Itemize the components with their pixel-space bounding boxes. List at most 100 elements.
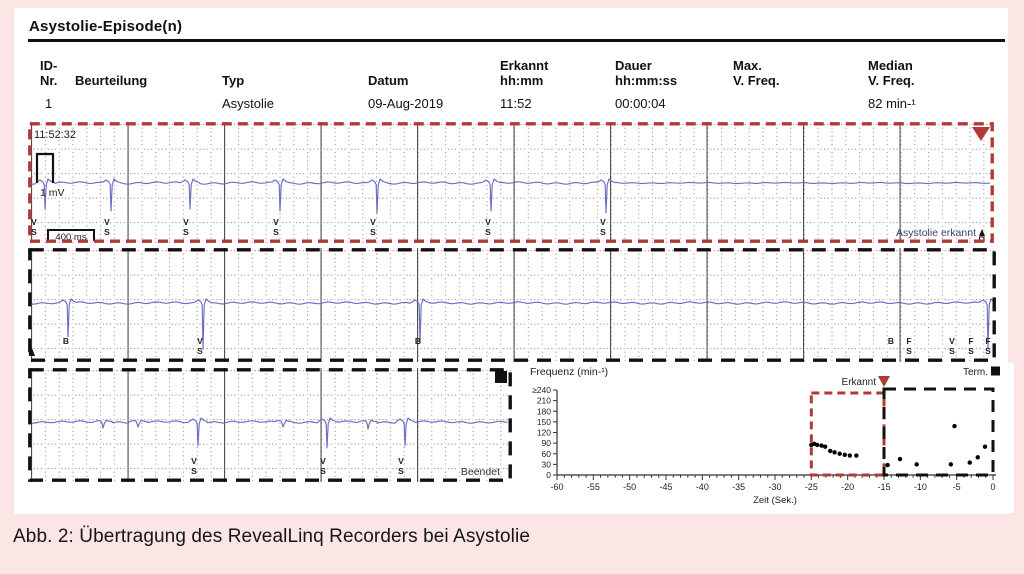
column-header-line: Datum <box>368 73 408 88</box>
column-header: Max.V. Freq. <box>733 54 779 88</box>
y-tick-label: 150 <box>537 417 551 427</box>
beat-marker: V <box>949 336 955 346</box>
column-header: Beurteilung <box>75 54 147 88</box>
data-point <box>983 444 987 448</box>
frequency-chart: Frequenz (min-¹)≥2402101801501209060300-… <box>522 363 1014 513</box>
data-point <box>854 453 858 457</box>
y-tick-label: ≥240 <box>532 385 551 395</box>
beat-marker: F <box>985 336 990 346</box>
termination-window-label: Term. <box>963 367 988 378</box>
row-cell: 1 <box>45 96 52 111</box>
beat-marker: V <box>191 456 197 466</box>
data-point <box>898 457 902 461</box>
y-tick-label: 180 <box>537 406 551 416</box>
beat-marker: S <box>370 227 376 237</box>
x-tick-label: -45 <box>659 482 672 492</box>
beat-marker: S <box>968 346 974 356</box>
x-tick-label: -25 <box>805 482 818 492</box>
x-axis-title: Zeit (Sek.) <box>753 495 797 506</box>
beat-marker: B <box>415 336 421 346</box>
x-tick-label: -10 <box>914 482 927 492</box>
x-tick-label: 0 <box>990 482 995 492</box>
y-tick-label: 0 <box>546 470 551 480</box>
data-point <box>832 450 836 454</box>
termination-square-icon <box>991 367 1000 376</box>
termination-square-icon <box>495 371 507 383</box>
beat-marker: V <box>104 217 110 227</box>
strip-timestamp: 11:52:32 <box>34 129 76 141</box>
figure-page: Asystolie-Episode(n) ID-Nr.BeurteilungTy… <box>0 0 1024 574</box>
beat-marker: S <box>320 466 326 476</box>
column-header-line: ID- <box>40 58 57 73</box>
x-tick-label: -15 <box>877 482 890 492</box>
column-header-line: Typ <box>222 73 244 88</box>
data-point <box>828 449 832 453</box>
beat-marker: V <box>485 217 491 227</box>
column-header: Erkannthh:mm <box>500 54 548 88</box>
title-rule <box>28 39 1005 42</box>
figure-caption: Abb. 2: Übertragung des RevealLinq Recor… <box>13 526 530 548</box>
x-tick-label: -30 <box>768 482 781 492</box>
data-point <box>968 460 972 464</box>
row-cell: 09-Aug-2019 <box>368 96 443 111</box>
beat-marker: S <box>949 346 955 356</box>
data-point <box>915 462 919 466</box>
beat-marker: S <box>273 227 279 237</box>
beat-marker: B <box>888 336 894 346</box>
beat-marker: V <box>370 217 376 227</box>
column-header: Dauerhh:mm:ss <box>615 54 677 88</box>
column-header: ID-Nr. <box>40 54 57 88</box>
beat-marker: S <box>398 466 404 476</box>
beat-marker: S <box>197 346 203 356</box>
beat-marker: S <box>485 227 491 237</box>
column-header-line: V. Freq. <box>868 73 914 88</box>
column-header-line: Erkannt <box>500 58 548 73</box>
y-tick-label: 210 <box>537 396 551 406</box>
x-tick-label: -20 <box>841 482 854 492</box>
column-header-line: Nr. <box>40 73 57 88</box>
row-cell: 82 min-¹ <box>868 96 916 111</box>
column-header-line: Median <box>868 58 914 73</box>
beat-marker: V <box>31 217 37 227</box>
column-header-line: Max. <box>733 58 779 73</box>
beat-marker: S <box>183 227 189 237</box>
ecg-strip-detection: 1 mV400 ms11:52:32VSVSVSVSVSVSVSAsystoli… <box>28 122 994 243</box>
column-header-line: Beurteilung <box>75 73 147 88</box>
data-point <box>949 462 953 466</box>
beat-marker: V <box>398 456 404 466</box>
x-tick-label: -60 <box>550 482 563 492</box>
beat-marker: V <box>273 217 279 227</box>
x-tick-label: -35 <box>732 482 745 492</box>
column-header: Datum <box>368 54 408 88</box>
row-cell: 11:52 <box>500 96 532 111</box>
beat-marker: S <box>31 227 37 237</box>
ecg-grid-major <box>28 248 996 362</box>
row-cell: 00:00:04 <box>615 96 666 111</box>
data-point <box>848 453 852 457</box>
beat-marker: S <box>600 227 606 237</box>
column-header: Typ <box>222 54 244 88</box>
ecg-strip-termination: VSVSVSBeendet <box>28 368 512 482</box>
row-cell: Asystolie <box>222 96 274 111</box>
beat-marker: S <box>906 346 912 356</box>
device-report-card: Asystolie-Episode(n) ID-Nr.BeurteilungTy… <box>14 8 1008 514</box>
x-tick-label: -55 <box>587 482 600 492</box>
data-point <box>815 443 819 447</box>
data-point <box>823 444 827 448</box>
y-tick-label: 90 <box>542 438 552 448</box>
beat-marker: S <box>191 466 197 476</box>
beat-marker: F <box>906 336 911 346</box>
beat-marker: B <box>63 336 69 346</box>
x-tick-label: -40 <box>696 482 709 492</box>
strip-annotation: Beendet <box>461 466 500 478</box>
beat-marker: S <box>104 227 110 237</box>
data-point <box>952 424 956 428</box>
ecg-grid-major <box>28 368 512 482</box>
data-point <box>976 455 980 459</box>
beat-marker: V <box>600 217 606 227</box>
beat-marker: F <box>968 336 973 346</box>
column-header: MedianV. Freq. <box>868 54 914 88</box>
chart-title: Frequenz (min-¹) <box>530 366 608 378</box>
column-header-line: hh:mm:ss <box>615 73 677 88</box>
x-tick-label: -5 <box>953 482 961 492</box>
